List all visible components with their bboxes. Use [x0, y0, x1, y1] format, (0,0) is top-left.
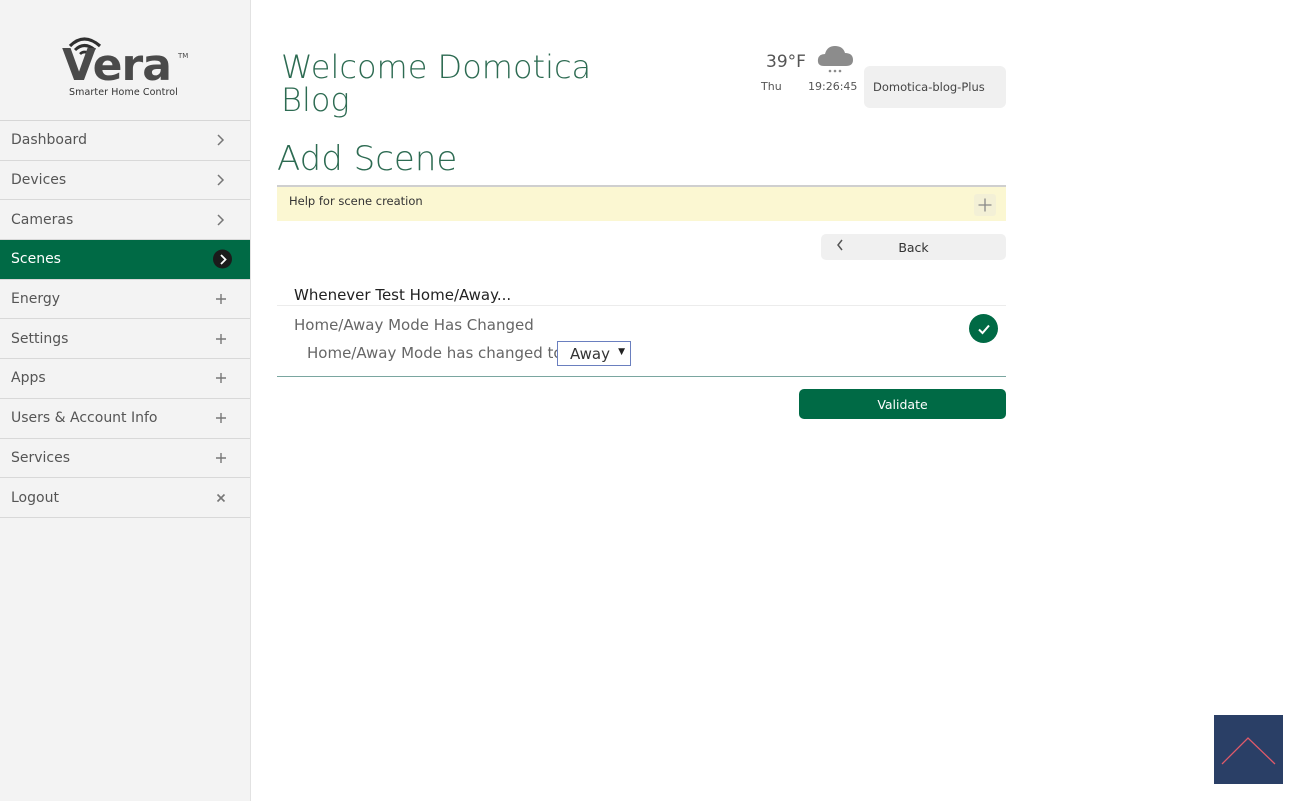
sidebar-item-energy[interactable]: Energy: [0, 280, 250, 320]
back-button[interactable]: Back: [821, 234, 1006, 260]
sidebar: Vera TM Smarter Home Control Dashboard D…: [0, 0, 251, 801]
chevron-right-icon: [213, 249, 232, 269]
sidebar-item-scenes[interactable]: Scenes: [0, 240, 250, 280]
logo-trademark: TM: [178, 52, 189, 60]
close-icon: [212, 489, 230, 507]
mode-select[interactable]: Away ▼: [557, 341, 631, 366]
sidebar-item-users-account-info[interactable]: Users & Account Info: [0, 399, 250, 439]
sidebar-item-services[interactable]: Services: [0, 439, 250, 479]
chevron-right-icon: [212, 131, 230, 149]
snow-cloud-icon: [817, 46, 853, 73]
weather-temperature: 39°F: [766, 52, 806, 72]
validate-button[interactable]: Validate: [799, 389, 1006, 419]
back-button-label: Back: [898, 239, 929, 255]
condition-label: Home/Away Mode has changed to:: [307, 344, 568, 362]
logo-wordmark: Vera: [62, 40, 172, 91]
sidebar-item-apps[interactable]: Apps: [0, 359, 250, 399]
page-title: Add Scene: [277, 139, 458, 179]
chevron-up-icon: [1221, 737, 1276, 765]
sidebar-item-settings[interactable]: Settings: [0, 319, 250, 360]
logo-tagline: Smarter Home Control: [69, 87, 178, 98]
sidebar-item-logout[interactable]: Logout: [0, 478, 250, 518]
mode-select-value: Away: [570, 344, 610, 363]
plus-icon: [212, 449, 230, 467]
help-panel[interactable]: Help for scene creation: [277, 185, 1006, 221]
help-panel-label: Help for scene creation: [289, 194, 423, 208]
plus-icon: [212, 369, 230, 387]
dropdown-arrow-icon: ▼: [618, 347, 625, 357]
vera-logo[interactable]: Vera TM Smarter Home Control: [0, 0, 250, 121]
welcome-title: Welcome Domotica Blog: [281, 48, 592, 119]
chevron-right-icon: [212, 211, 230, 229]
divider: [277, 376, 1006, 377]
chevron-right-icon: [212, 171, 230, 189]
plus-icon: [212, 290, 230, 308]
plus-icon: [212, 409, 230, 427]
trigger-title: Home/Away Mode Has Changed: [294, 316, 534, 334]
trigger-selected-check[interactable]: [969, 314, 998, 343]
weather-time: 19:26:45: [808, 80, 858, 93]
plus-icon: [212, 330, 230, 348]
trigger-heading: Whenever Test Home/Away...: [294, 286, 512, 304]
sidebar-item-devices[interactable]: Devices: [0, 161, 250, 201]
sidebar-item-cameras[interactable]: Cameras: [0, 200, 250, 241]
chevron-left-icon: [835, 238, 845, 256]
sidebar-item-dashboard[interactable]: Dashboard: [0, 121, 250, 161]
scroll-to-top-button[interactable]: [1214, 715, 1283, 784]
weather-day: Thu: [761, 80, 782, 93]
account-button[interactable]: Domotica-blog-Plus: [864, 66, 1006, 108]
divider: [277, 305, 1006, 306]
expand-plus-icon[interactable]: [974, 194, 996, 216]
checkmark-icon: [977, 324, 990, 334]
